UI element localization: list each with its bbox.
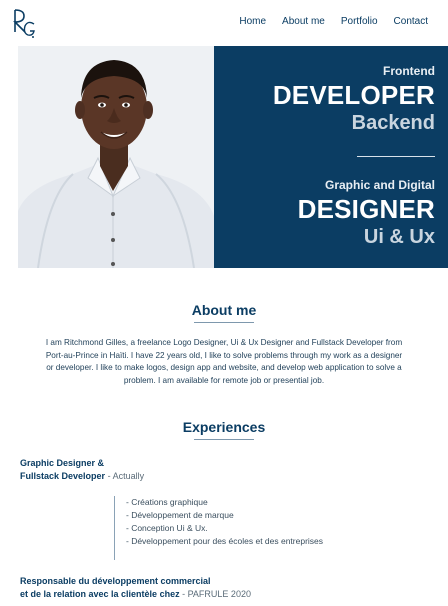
about-underline [194,322,254,323]
task-item: - Créations graphique [126,497,208,507]
hero-divider [357,156,435,157]
hero-frontend: Frontend [383,64,435,78]
nav-contact[interactable]: Contact [394,16,428,27]
experiences-title: Experiences [182,419,266,435]
nav-portfolio[interactable]: Portfolio [341,16,378,27]
experience-2-role: Responsable du développement commercial … [20,575,251,601]
hero-panel: Frontend DEVELOPER Backend Graphic and D… [214,46,448,268]
nav-about[interactable]: About me [282,16,325,27]
experience-2-company: - PAFRULE 2020 [182,589,251,599]
nav-home[interactable]: Home [239,16,266,27]
experience-1-company: - Actually [107,471,145,481]
rg-logo[interactable] [12,6,36,40]
about-text: I am Ritchmond Gilles, a freelance Logo … [45,338,403,385]
experience-1-role-line1: Graphic Designer & [20,458,105,468]
hero-uiux: Ui & Ux [363,226,435,248]
experience-1-role-line2: Fullstack Developer [20,471,106,481]
site-header: Home About me Portfolio Contact [0,0,448,46]
experiences-underline [194,439,254,440]
task-item: - Développement de marque [126,510,234,520]
hero-designer: DESIGNER [297,194,435,224]
experience-1-role: Graphic Designer & Fullstack Developer -… [20,457,144,483]
hero-portrait [18,46,214,268]
about-title: About me [191,302,257,318]
experience-2-role-line2: et de la relation avec la clientèle chez [20,589,180,599]
experience-2-role-line1: Responsable du développement commercial [20,576,211,586]
hero-graphic-digital: Graphic and Digital [324,178,435,192]
main-nav: Home About me Portfolio Contact [239,16,428,27]
hero-developer: DEVELOPER [272,80,435,110]
experience-1-tasks: - Créations graphique - Développement de… [114,496,323,560]
hero-backend: Backend [351,112,435,134]
task-item: - Développement pour des écoles et des e… [126,536,324,546]
task-item: - Conception Ui & Ux. [126,523,208,533]
